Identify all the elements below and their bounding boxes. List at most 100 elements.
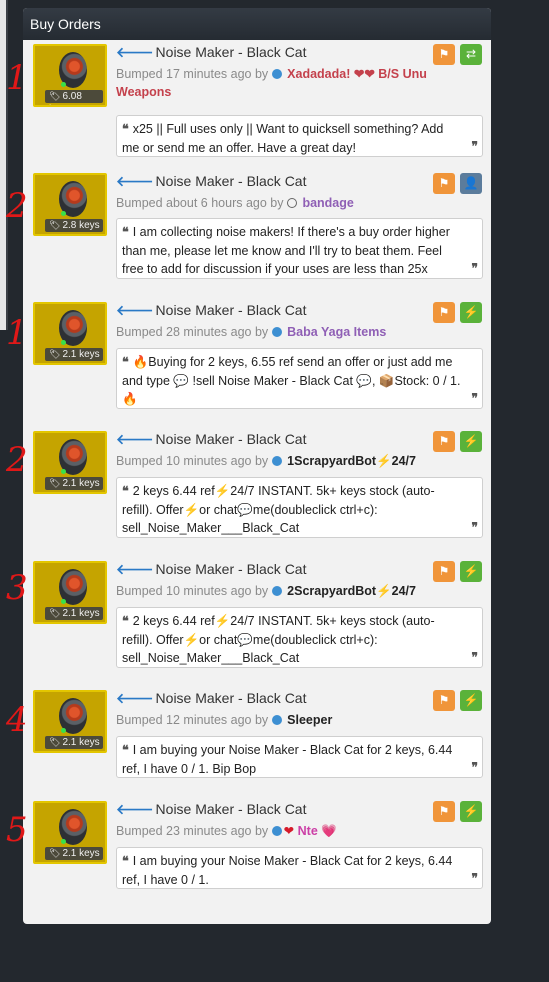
annotation-number: 4 bbox=[6, 700, 28, 740]
arrow-left-icon: 🡐 bbox=[116, 302, 154, 318]
status-circle-icon bbox=[271, 327, 282, 337]
price-value: 2.1 keys bbox=[62, 737, 100, 748]
status-circle-icon bbox=[271, 456, 282, 466]
tag-icon: 🏷 bbox=[49, 220, 61, 230]
listing-details: ❝ I am buying your Noise Maker - Black Ca… bbox=[116, 736, 483, 778]
lightning-button[interactable]: ⚡ bbox=[460, 561, 482, 582]
panel-title: Buy Orders bbox=[23, 8, 491, 40]
item-thumbnail[interactable]: 🏷 2.1 keys bbox=[33, 431, 107, 494]
quote-close-icon: ❞ bbox=[471, 519, 478, 534]
status-dot bbox=[61, 469, 66, 474]
status-dot bbox=[61, 728, 66, 733]
price-value: 2.1 keys bbox=[62, 478, 100, 489]
listing-message: x25 || Full uses only || Want to quickse… bbox=[122, 122, 444, 155]
username-link[interactable]: 1ScrapyardBot⚡24/7 bbox=[287, 454, 416, 468]
arrow-left-icon: 🡐 bbox=[116, 173, 154, 189]
heart-icon: ❤ bbox=[283, 824, 295, 838]
swap-button[interactable]: ⇄ bbox=[460, 44, 482, 65]
status-circle-icon bbox=[286, 198, 297, 208]
flag-button[interactable]: ⚑ bbox=[433, 302, 455, 323]
annotation-number: 2 bbox=[6, 186, 28, 226]
bump-text: Bumped 10 minutes ago by bbox=[116, 584, 269, 598]
flag-button[interactable]: ⚑ bbox=[433, 801, 455, 822]
price-tag: 🏷 2.1 keys bbox=[45, 477, 103, 490]
buy-orders-panel: Buy Orders 🏷6.08 keys 🡐Noise Maker - Bla… bbox=[23, 8, 491, 924]
quote-close-icon: ❞ bbox=[471, 649, 478, 664]
tag-icon: 🏷 bbox=[49, 848, 61, 858]
status-dot bbox=[61, 599, 66, 604]
quote-close-icon: ❞ bbox=[471, 138, 478, 153]
lightning-button[interactable]: ⚡ bbox=[460, 801, 482, 822]
bump-text: Bumped about 6 hours ago by bbox=[116, 196, 284, 210]
item-name: Noise Maker - Black Cat bbox=[155, 431, 307, 447]
bump-info: Bumped about 6 hours ago by bandage bbox=[116, 194, 456, 212]
lightning-button[interactable]: ⚡ bbox=[460, 690, 482, 711]
price-tag: 🏷 2.1 keys bbox=[45, 847, 103, 860]
quote-close-icon: ❞ bbox=[471, 260, 478, 275]
arrow-left-icon: 🡐 bbox=[116, 561, 154, 577]
username-link[interactable]: Baba Yaga Items bbox=[287, 325, 386, 339]
lightning-button[interactable]: ⚡ bbox=[460, 431, 482, 452]
username-link[interactable]: Nte 💗 bbox=[298, 824, 337, 838]
item-thumbnail[interactable]: 🏷 2.1 keys bbox=[33, 801, 107, 864]
annotation-number: 2 bbox=[6, 440, 28, 480]
bump-text: Bumped 10 minutes ago by bbox=[116, 454, 269, 468]
annotation-number: 1 bbox=[6, 58, 28, 98]
status-circle-icon bbox=[271, 69, 282, 79]
listing-details: ❝ 2 keys 6.44 ref⚡24/7 INSTANT. 5k+ keys … bbox=[116, 477, 483, 538]
item-thumbnail[interactable]: 🏷 2.1 keys bbox=[33, 302, 107, 365]
status-dot bbox=[61, 82, 66, 87]
username-link[interactable]: 2ScrapyardBot⚡24/7 bbox=[287, 584, 416, 598]
quote-open-icon: ❝ bbox=[122, 225, 129, 239]
listing-message: I am buying your Noise Maker - Black Cat… bbox=[122, 854, 453, 887]
price-value: 2.1 keys bbox=[62, 349, 100, 360]
lightning-button[interactable]: ⚡ bbox=[460, 302, 482, 323]
listing-title[interactable]: 🡐 Noise Maker - Black Cat bbox=[116, 431, 306, 448]
bump-info: Bumped 12 minutes ago by Sleeper bbox=[116, 711, 456, 729]
item-thumbnail[interactable]: 🏷6.08 keys bbox=[33, 44, 107, 107]
item-name: Noise Maker - Black Cat bbox=[155, 801, 307, 817]
flag-button[interactable]: ⚑ bbox=[433, 690, 455, 711]
listing-details: ❝ x25 || Full uses only || Want to quicks… bbox=[116, 115, 483, 157]
price-tag: 🏷 2.1 keys bbox=[45, 348, 103, 361]
item-thumbnail[interactable]: 🏷 2.1 keys bbox=[33, 561, 107, 624]
item-thumbnail[interactable]: 🏷 2.8 keys bbox=[33, 173, 107, 236]
item-thumbnail[interactable]: 🏷 2.1 keys bbox=[33, 690, 107, 753]
listing-title[interactable]: 🡐 Noise Maker - Black Cat bbox=[116, 690, 306, 707]
quote-close-icon: ❞ bbox=[471, 759, 478, 774]
listing-message: I am buying your Noise Maker - Black Cat… bbox=[122, 743, 453, 776]
listing-details: ❝ I am buying your Noise Maker - Black Ca… bbox=[116, 847, 483, 889]
status-dot bbox=[61, 839, 66, 844]
bump-info: Bumped 28 minutes ago by Baba Yaga Items bbox=[116, 323, 456, 341]
bump-text: Bumped 12 minutes ago by bbox=[116, 713, 269, 727]
listing-title[interactable]: 🡐 Noise Maker - Black Cat bbox=[116, 44, 306, 61]
status-dot bbox=[61, 211, 66, 216]
quote-close-icon: ❞ bbox=[471, 870, 478, 885]
status-circle-icon bbox=[271, 586, 282, 596]
price-tag: 🏷6.08 keys bbox=[45, 90, 103, 105]
flag-button[interactable]: ⚑ bbox=[433, 431, 455, 452]
price-value: 2.1 keys bbox=[62, 848, 100, 859]
item-name: Noise Maker - Black Cat bbox=[155, 44, 307, 60]
listing-title[interactable]: 🡐 Noise Maker - Black Cat bbox=[116, 302, 306, 319]
price-tag: 🏷 2.1 keys bbox=[45, 607, 103, 620]
item-name: Noise Maker - Black Cat bbox=[155, 690, 307, 706]
listing-title[interactable]: 🡐 Noise Maker - Black Cat bbox=[116, 561, 306, 578]
bump-info: Bumped 10 minutes ago by 2ScrapyardBot⚡2… bbox=[116, 582, 456, 600]
username-link[interactable]: Sleeper bbox=[287, 713, 332, 727]
username-link[interactable]: bandage bbox=[302, 196, 353, 210]
status-circle-icon bbox=[271, 715, 282, 725]
item-name: Noise Maker - Black Cat bbox=[155, 302, 307, 318]
listing-title[interactable]: 🡐 Noise Maker - Black Cat bbox=[116, 173, 306, 190]
listing-title[interactable]: 🡐 Noise Maker - Black Cat bbox=[116, 801, 306, 818]
bump-info: Bumped 23 minutes ago by ❤ Nte 💗 bbox=[116, 822, 456, 840]
flag-button[interactable]: ⚑ bbox=[433, 44, 455, 65]
annotation-number: 1 bbox=[6, 313, 28, 353]
flag-button[interactable]: ⚑ bbox=[433, 561, 455, 582]
listing-details: ❝ 🔥Buying for 2 keys, 6.55 ref send an of… bbox=[116, 348, 483, 409]
tag-icon: 🏷 bbox=[49, 608, 61, 618]
status-circle-icon bbox=[271, 826, 282, 836]
price-value: 2.1 keys bbox=[62, 608, 100, 619]
flag-button[interactable]: ⚑ bbox=[433, 173, 455, 194]
add-friend-button[interactable]: 👤 bbox=[460, 173, 482, 194]
